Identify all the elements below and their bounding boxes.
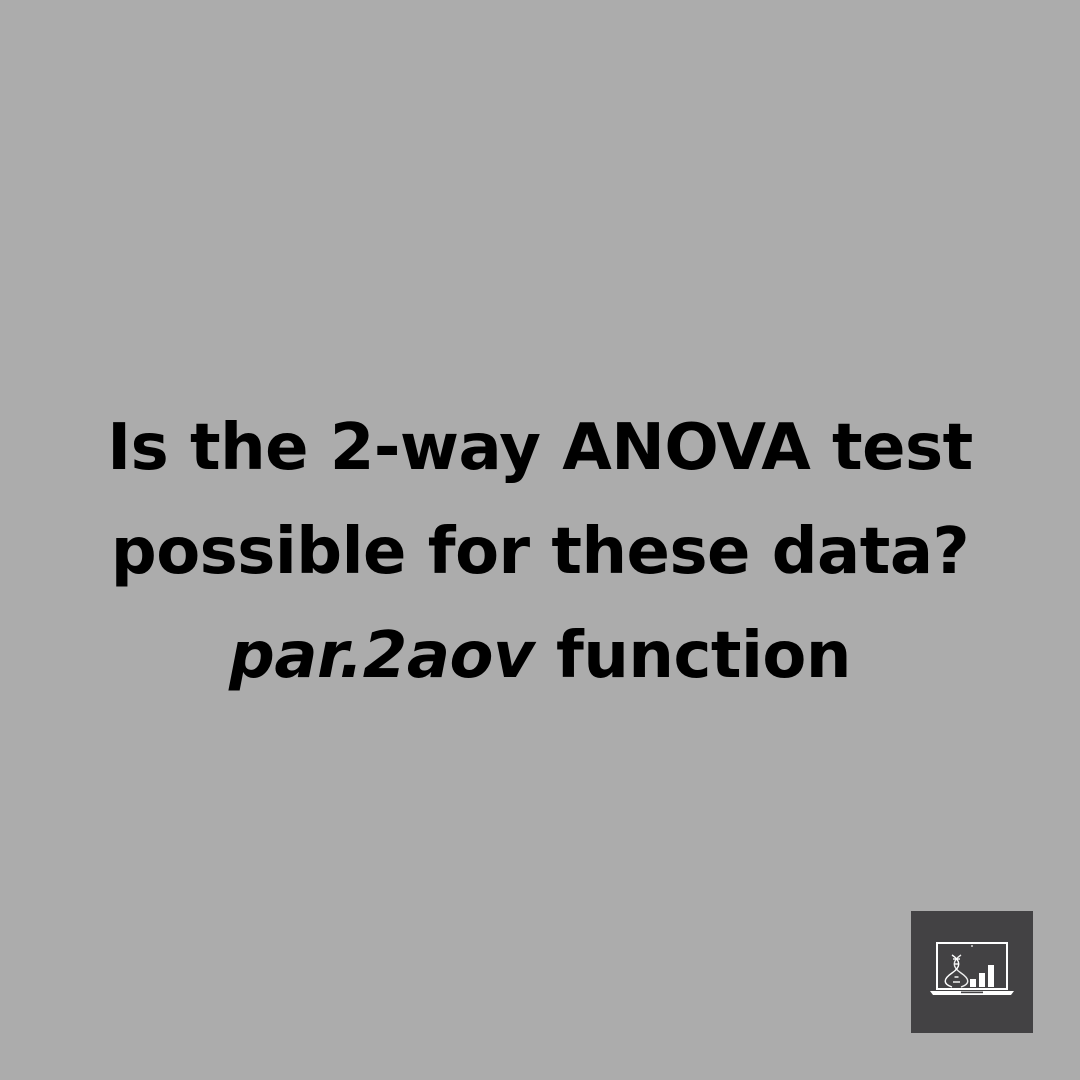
question-line-1: Is the 2-way ANOVA test xyxy=(107,411,973,485)
function-line: par.2aov function xyxy=(0,604,1080,708)
function-suffix: function xyxy=(534,619,851,693)
bar-chart-icon xyxy=(970,965,994,987)
laptop-dna-barchart-icon xyxy=(930,942,1014,995)
logo xyxy=(911,911,1033,1033)
dna-icon xyxy=(944,954,969,988)
question-line-2: possible for these data? xyxy=(110,515,970,589)
function-name: par.2aov xyxy=(229,619,535,693)
question-heading: Is the 2-way ANOVA test possible for the… xyxy=(0,396,1080,708)
